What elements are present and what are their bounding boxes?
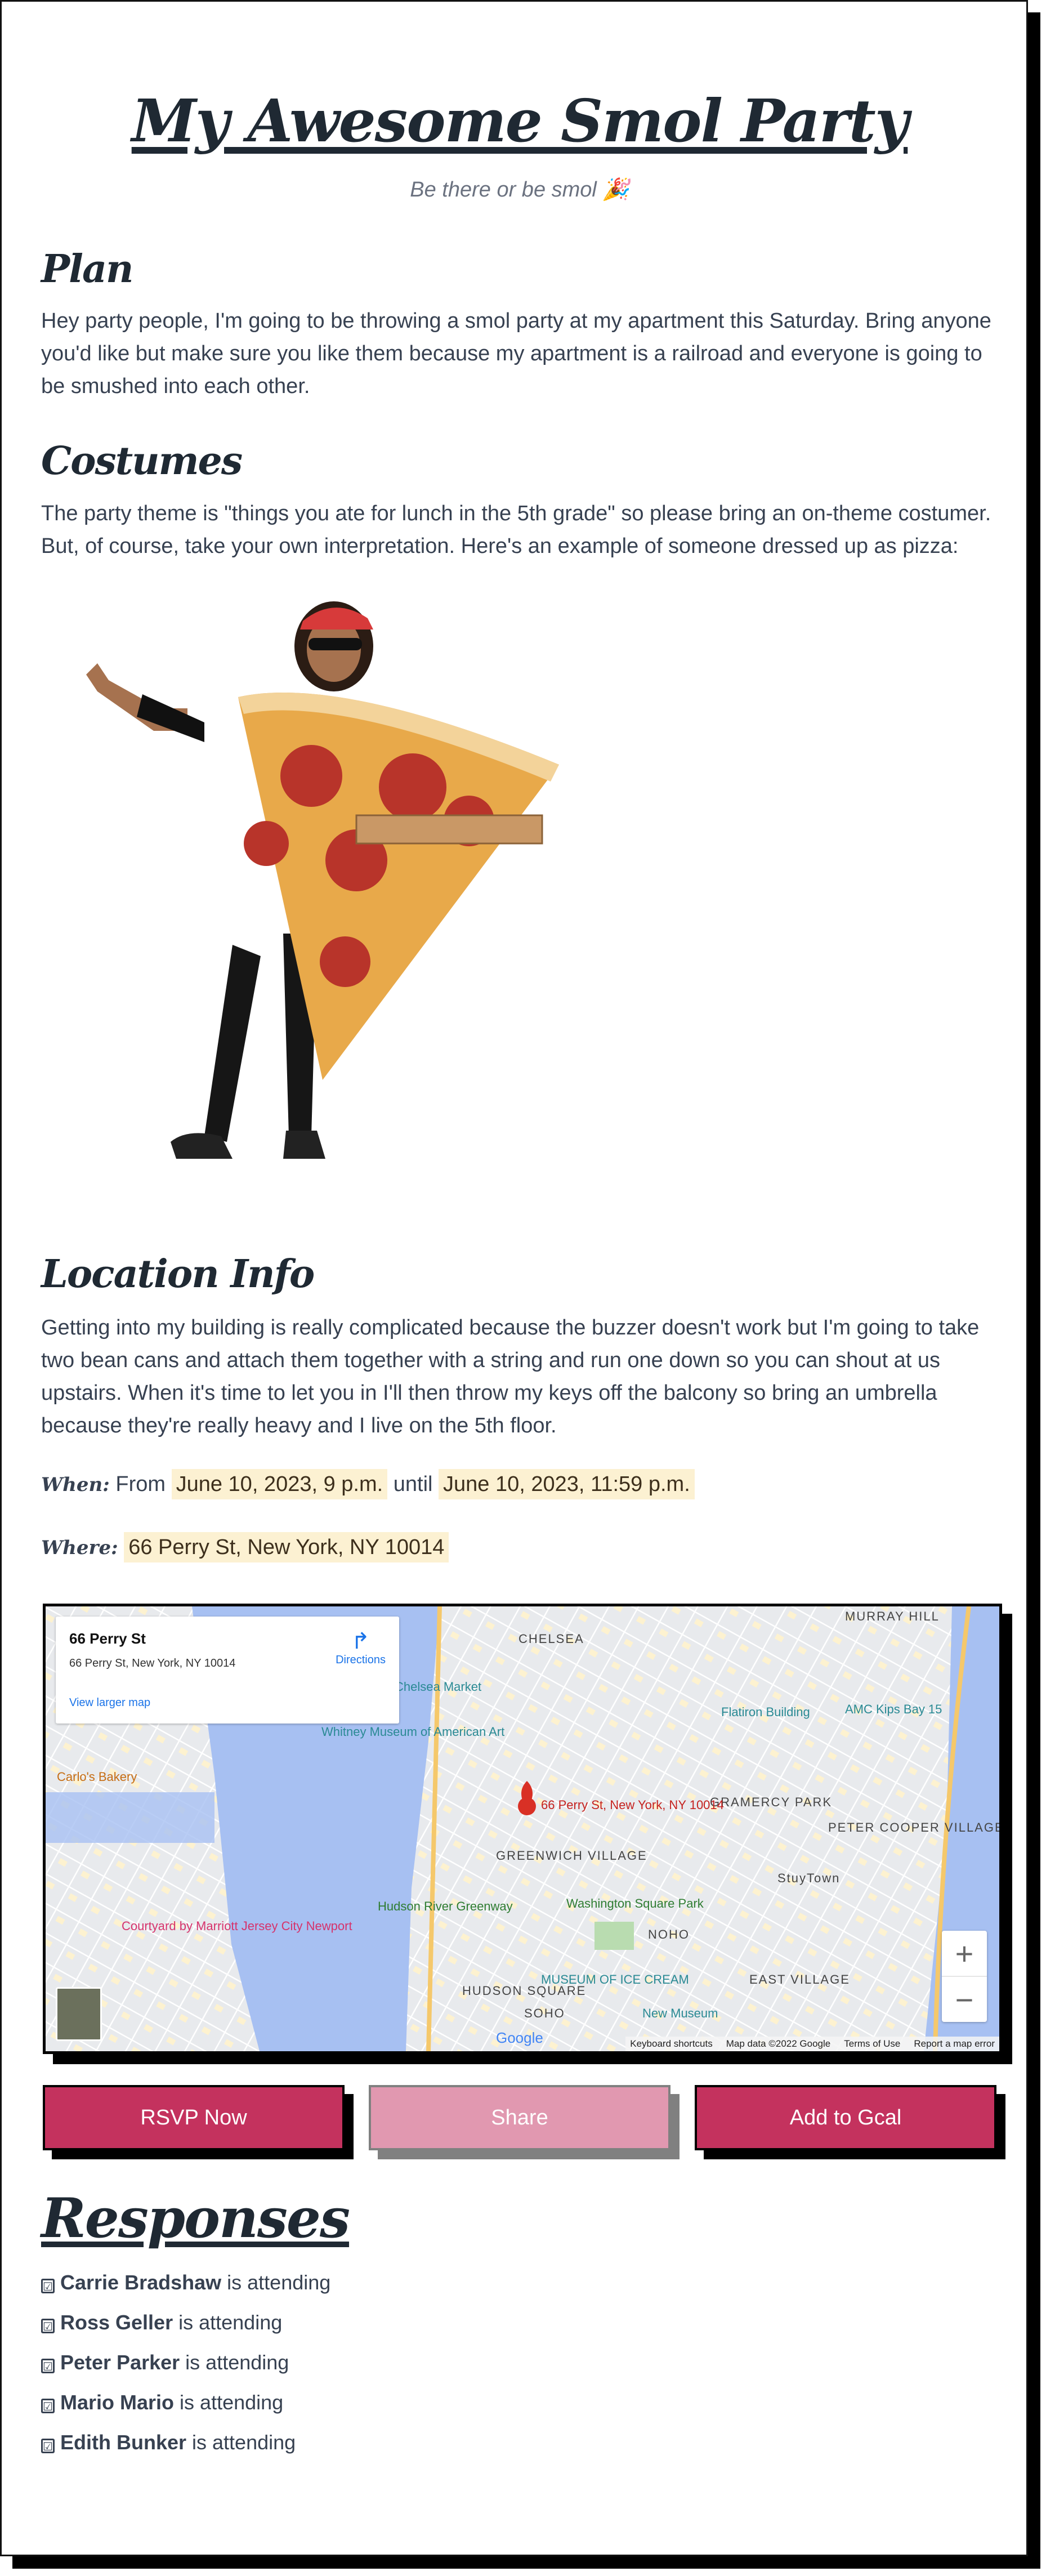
attendance-status: is attending	[192, 2431, 296, 2454]
checkbox-icon: ☑	[41, 2439, 55, 2453]
checkbox-icon: ☑	[41, 2279, 55, 2293]
directions-icon: ↱	[351, 1629, 370, 1654]
map-label: GRAMERCY PARK	[710, 1795, 832, 1809]
checkbox-icon: ☑	[41, 2319, 55, 2333]
checkbox-icon: ☑	[41, 2359, 55, 2373]
page-card: My Awesome Smol Party Be there or be smo…	[0, 0, 1028, 2556]
where-label: Where:	[41, 1537, 118, 1559]
map-label: GREENWICH VILLAGE	[496, 1849, 647, 1863]
responses-heading: Responses	[41, 2186, 350, 2250]
zoom-in-button[interactable]: +	[942, 1931, 987, 1976]
add-to-gcal-button[interactable]: Add to Gcal	[695, 2085, 996, 2150]
map-label: CHELSEA	[518, 1632, 584, 1646]
google-logo: Google	[496, 2029, 543, 2046]
attendance-status: is attending	[185, 2351, 289, 2374]
response-item: ☑ Edith Bunker is attending	[41, 2431, 296, 2454]
rsvp-button[interactable]: RSVP Now	[43, 2085, 345, 2150]
terms-link[interactable]: Terms of Use	[844, 2038, 900, 2050]
attendance-status: is attending	[180, 2391, 284, 2414]
when-label: When:	[41, 1474, 110, 1496]
when-row: When: From June 10, 2023, 9 p.m. until J…	[41, 1469, 695, 1499]
pizza-costume-image	[86, 601, 559, 1159]
map-poi[interactable]: Courtyard by Marriott Jersey City Newpor…	[122, 1919, 352, 1933]
map-data-text: Map data ©2022 Google	[726, 2038, 831, 2049]
map-poi[interactable]: Whitney Museum of American Art	[321, 1725, 504, 1739]
location-heading: Location Info	[41, 1252, 315, 1297]
address: 66 Perry St, New York, NY 10014	[124, 1532, 449, 1562]
place-address: 66 Perry St, New York, NY 10014	[69, 1657, 236, 1669]
directions-label: Directions	[336, 1654, 386, 1666]
response-item: ☑ Peter Parker is attending	[41, 2351, 289, 2374]
end-time: June 10, 2023, 11:59 p.m.	[439, 1469, 695, 1499]
attendance-status: is attending	[227, 2271, 331, 2294]
attendee-name: Mario Mario	[60, 2391, 175, 2414]
location-text: Getting into my building is really compl…	[41, 1316, 980, 1437]
where-row: Where: 66 Perry St, New York, NY 10014	[41, 1532, 449, 1562]
report-error-link[interactable]: Report a map error	[914, 2038, 995, 2050]
directions-button[interactable]: ↱ Directions	[336, 1629, 386, 1667]
attendance-status: is attending	[178, 2311, 283, 2334]
map-poi[interactable]: Hudson River Greenway	[378, 1899, 513, 1913]
pin-label: 66 Perry St, New York, NY 10014	[541, 1798, 724, 1812]
map-label: StuyTown	[777, 1871, 840, 1885]
location-pin-icon[interactable]	[518, 1797, 536, 1815]
map-poi[interactable]: Carlo's Bakery	[57, 1770, 137, 1784]
map-label: SOHO	[524, 2006, 565, 2020]
response-item: ☑ Mario Mario is attending	[41, 2391, 283, 2414]
map-label: EAST VILLAGE	[749, 1972, 850, 1986]
when-from: From	[115, 1472, 166, 1496]
subtitle: Be there or be smol 🎉	[410, 178, 629, 202]
attendee-name: Carrie Bradshaw	[60, 2271, 222, 2294]
zoom-controls: + −	[942, 1931, 987, 2022]
map-label: NOHO	[648, 1927, 690, 1941]
start-time: June 10, 2023, 9 p.m.	[171, 1469, 388, 1499]
response-item: ☑ Carrie Bradshaw is attending	[41, 2271, 330, 2294]
checkbox-icon: ☑	[41, 2399, 55, 2413]
map-poi[interactable]: Flatiron Building	[721, 1705, 810, 1719]
map-poi[interactable]: AMC Kips Bay 15	[845, 1702, 942, 1716]
place-title: 66 Perry St	[69, 1630, 146, 1647]
map-poi[interactable]: Chelsea Market	[395, 1680, 481, 1694]
when-until: until	[393, 1472, 433, 1496]
costumes-text: The party theme is "things you ate for l…	[41, 502, 991, 558]
plan-text: Hey party people, I'm going to be throwi…	[41, 309, 991, 398]
map-poi[interactable]: New Museum	[642, 2006, 718, 2020]
keyboard-shortcuts-link[interactable]: Keyboard shortcuts	[630, 2038, 712, 2050]
map-attribution: Keyboard shortcuts Map data ©2022 Google…	[625, 2037, 999, 2051]
zoom-out-button[interactable]: −	[942, 1976, 987, 2022]
page-title: My Awesome Smol Party	[131, 86, 909, 155]
place-card: 66 Perry St 66 Perry St, New York, NY 10…	[56, 1617, 399, 1724]
plan-heading: Plan	[41, 247, 133, 292]
map-label: PETER COOPER VILLAGE	[828, 1820, 999, 1834]
map-poi[interactable]: Washington Square Park	[566, 1896, 704, 1910]
attendee-name: Edith Bunker	[60, 2431, 187, 2454]
response-item: ☑ Ross Geller is attending	[41, 2311, 282, 2334]
map-poi[interactable]: MUSEUM OF ICE CREAM	[541, 1972, 689, 1986]
attendee-name: Peter Parker	[60, 2351, 180, 2374]
satellite-toggle[interactable]	[56, 1987, 102, 2041]
share-button[interactable]: Share	[369, 2085, 670, 2150]
map-label: MURRAY HILL	[845, 1609, 940, 1623]
attendee-name: Ross Geller	[60, 2311, 173, 2334]
google-map[interactable]: CHELSEA MURRAY HILL GRAMERCY PARK PETER …	[43, 1604, 1002, 2054]
view-larger-map-link[interactable]: View larger map	[69, 1697, 150, 1709]
costumes-heading: Costumes	[41, 439, 243, 484]
